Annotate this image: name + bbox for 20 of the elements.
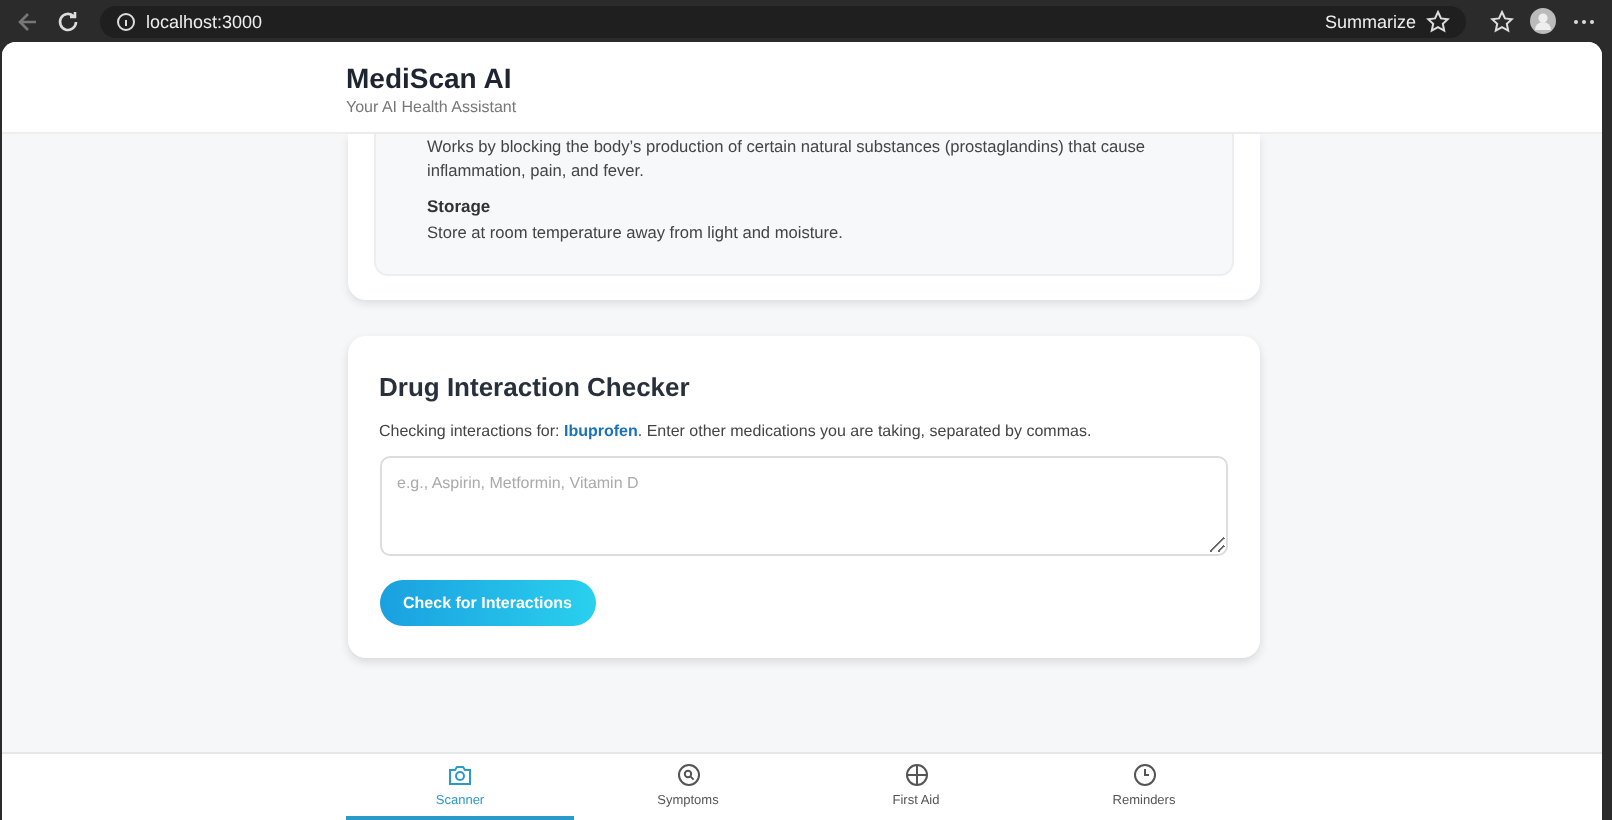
app-title: MediScan AI (346, 62, 514, 94)
detail-text: Works by blocking the body’s production of certain natural substances (prostaglandins) that cause inflammation, pain, and fever. (427, 134, 1147, 182)
back-icon[interactable] (16, 9, 40, 33)
crosshair-icon (905, 763, 927, 785)
address-bar[interactable]: localhost:3000 Summarize (100, 5, 1466, 37)
info-icon (116, 11, 136, 31)
camera-icon (448, 763, 472, 785)
medications-field[interactable]: e.g., Aspirin, Metformin, Vitamin D (379, 456, 1227, 556)
reload-icon[interactable] (56, 9, 80, 33)
detail-heading: Storage (427, 196, 493, 216)
search-icon (677, 763, 699, 785)
clock-icon (1133, 763, 1155, 785)
intro-text: Checking interactions for: Ibuprofen. Enter other medications you are taking, separated by commas. (379, 422, 1092, 440)
detail-text: Store at room temperature away from light and moisture. (427, 220, 845, 244)
summarize-text[interactable]: Summarize (1324, 11, 1416, 31)
profile-icon[interactable] (1530, 8, 1556, 34)
favorites-icon[interactable] (1490, 9, 1514, 33)
app-subtitle: Your AI Health Assistant (346, 98, 519, 116)
card-title: Drug Interaction Checker (379, 372, 690, 402)
star-icon[interactable] (1426, 9, 1450, 33)
